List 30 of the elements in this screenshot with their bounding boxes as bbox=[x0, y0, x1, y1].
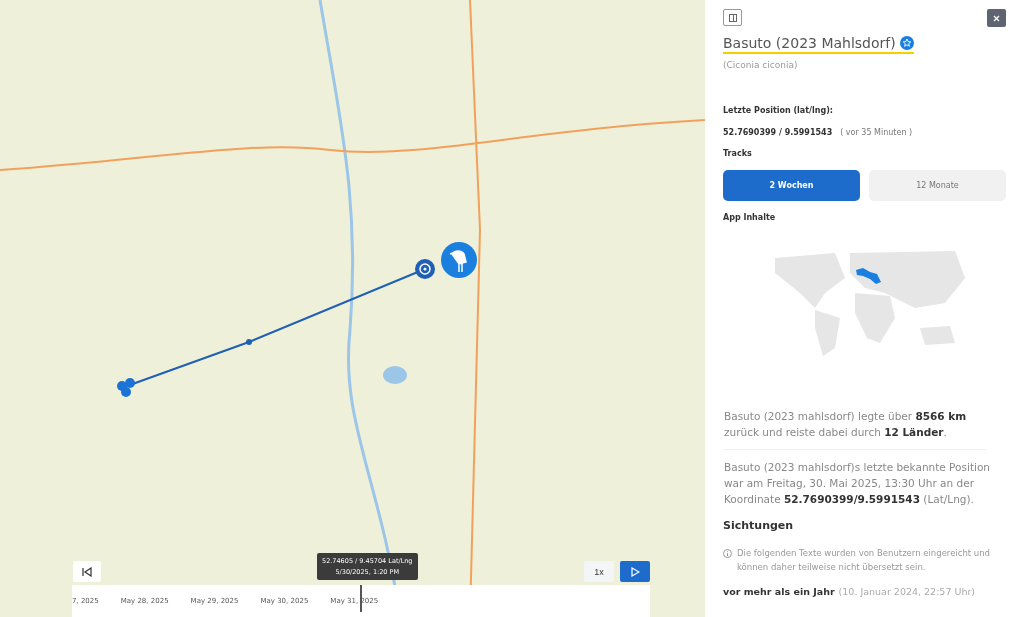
location-marker-icon[interactable] bbox=[415, 259, 435, 279]
bird-name: Basuto (2023 Mahlsdorf) bbox=[723, 35, 896, 51]
info-icon bbox=[723, 549, 732, 558]
position-value: 52.7690399 / 9.5991543 bbox=[723, 128, 833, 137]
last-position-text: Basuto (2023 mahlsdorf)s letzte bekannte Position war am Freitag, 30. Mai 2025, 13:30 Uhr an der Koordinate 52.7690399/9.5991543 (Lat/Lng). bbox=[724, 460, 991, 507]
skip-back-icon bbox=[82, 566, 92, 577]
track-point bbox=[246, 339, 252, 345]
sidebar-icon bbox=[728, 13, 737, 22]
section-label: Letzte Position (lat/lng): bbox=[723, 106, 834, 115]
track-cluster bbox=[117, 378, 135, 397]
section-label: Tracks bbox=[723, 149, 753, 158]
section-label: App Inhalte bbox=[723, 213, 777, 222]
close-button[interactable] bbox=[987, 9, 1006, 27]
track-range-tab[interactable]: 12 Monate bbox=[869, 170, 1006, 201]
sightings-note: Die folgenden Texte wurden von Benutzern eingereicht und können daher teilweise nicht übersetzt sein. bbox=[737, 547, 992, 574]
play-button[interactable] bbox=[620, 561, 650, 582]
position-age: ( vor 35 Minuten ) bbox=[840, 128, 913, 137]
close-icon bbox=[993, 14, 1000, 22]
play-icon bbox=[630, 566, 640, 577]
sidebar-toggle-button[interactable] bbox=[723, 9, 742, 26]
species-name: (Ciconia ciconia) bbox=[723, 60, 799, 70]
track-range-tab[interactable]: 2 Wochen bbox=[723, 170, 860, 201]
sighting-age: vor mehr als ein Jahr bbox=[723, 586, 835, 597]
sightings-heading: Sichtungen bbox=[723, 519, 795, 532]
travel-summary: Basuto (2023 mahlsdorf) legte über 8566 km zurück und reiste dabei durch 12 Länder. bbox=[724, 409, 968, 440]
star-icon[interactable] bbox=[899, 36, 914, 50]
stork-marker-icon[interactable] bbox=[441, 242, 477, 278]
rewind-button[interactable] bbox=[73, 561, 101, 582]
speed-button[interactable]: 1x bbox=[584, 561, 614, 582]
sighting-date: (10. Januar 2024, 22:57 Uhr) bbox=[838, 586, 976, 597]
